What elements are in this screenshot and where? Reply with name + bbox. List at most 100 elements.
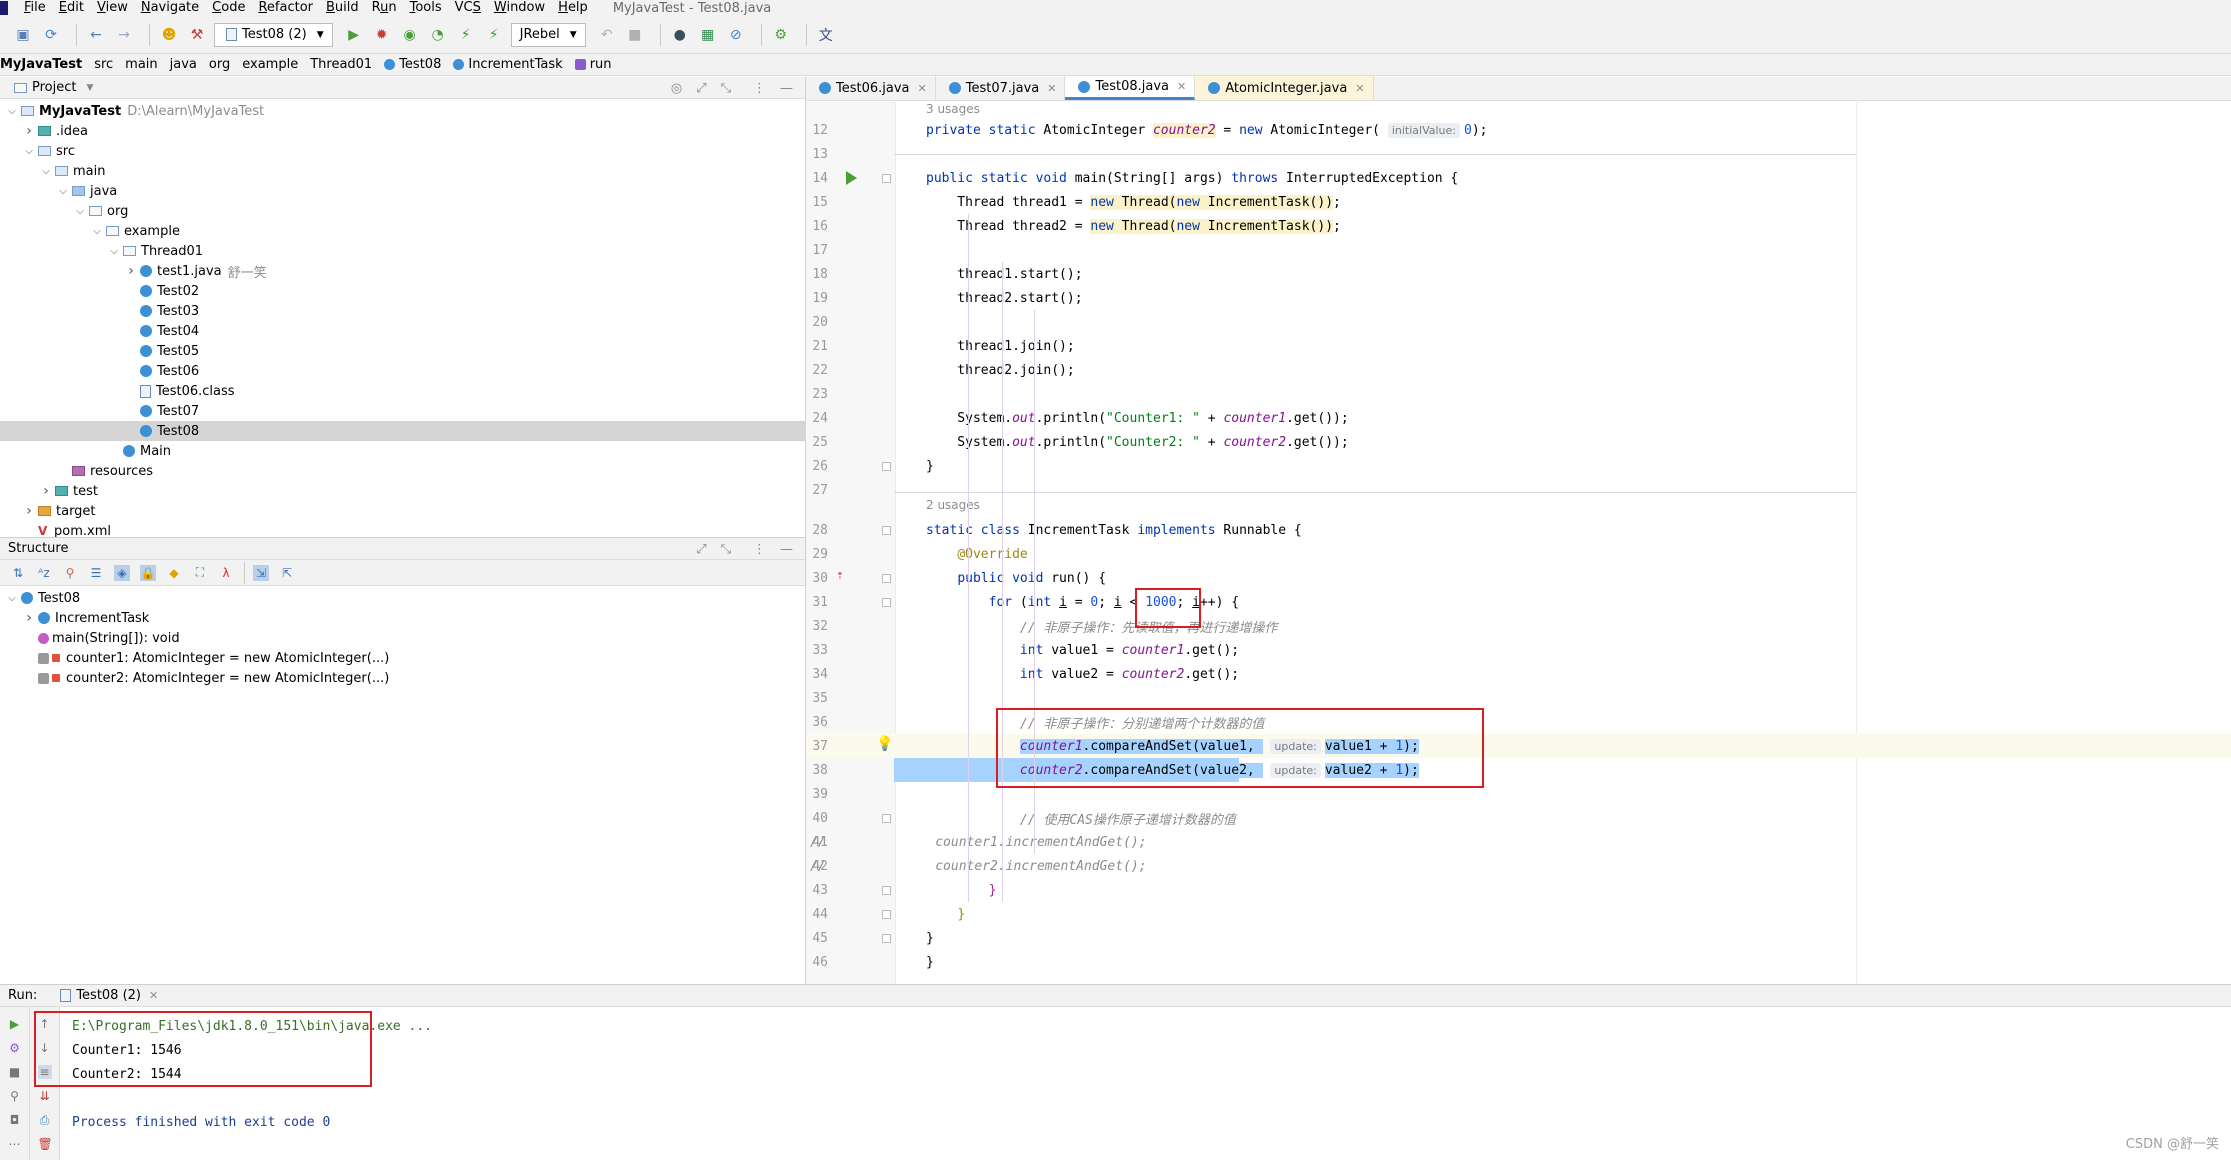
chevron-down-icon[interactable]: ⌵ xyxy=(40,166,52,177)
show-anonymous-icon[interactable]: ◆ xyxy=(166,565,182,581)
breadcrumb-item[interactable]: example xyxy=(242,57,298,72)
tree-item[interactable]: ⌵ Thread01 xyxy=(0,241,806,261)
sync-icon[interactable]: ⟳ xyxy=(40,24,62,46)
scroll-to-end-icon[interactable]: ⇊ xyxy=(38,1089,52,1103)
fold-icon[interactable] xyxy=(882,934,891,943)
breadcrumb-item[interactable]: Test08 xyxy=(384,57,441,72)
camera-icon[interactable]: ◘ xyxy=(8,1113,22,1127)
no-entry-icon[interactable]: ⊘ xyxy=(725,24,747,46)
tree-item[interactable]: › test1.java 舒一笑 xyxy=(0,261,806,281)
record-icon[interactable]: ● xyxy=(669,24,691,46)
breadcrumb-item[interactable]: Thread01 xyxy=(310,57,372,72)
code-line[interactable]: 29 @Override xyxy=(806,542,2231,566)
code-line[interactable]: 21 thread1.join(); xyxy=(806,334,2231,358)
override-gutter-icon[interactable]: ⇡ xyxy=(836,568,844,583)
menu-help[interactable]: Help xyxy=(558,0,588,16)
tree-item[interactable]: ⌵ Test08 xyxy=(0,588,806,608)
code-line[interactable]: 33 int value1 = counter1.get(); xyxy=(806,638,2231,662)
locate-icon[interactable]: ◎ xyxy=(671,81,682,96)
tree-item[interactable]: ⌵ java xyxy=(0,181,806,201)
code-line[interactable]: 15 Thread thread1 = new Thread(new Incre… xyxy=(806,190,2231,214)
editor-tab[interactable]: Test07.java ✕ xyxy=(936,76,1066,100)
autoscroll-to-source-icon[interactable]: ⇲ xyxy=(253,564,269,581)
fold-icon[interactable] xyxy=(882,886,891,895)
code-line[interactable]: 19 thread2.start(); xyxy=(806,286,2231,310)
fold-icon[interactable] xyxy=(882,910,891,919)
show-non-public-icon[interactable]: 🔒 xyxy=(140,564,156,581)
lambda-icon[interactable]: λ xyxy=(218,565,234,581)
fold-icon[interactable] xyxy=(882,526,891,535)
tree-item[interactable]: Test06.class xyxy=(0,381,806,401)
back-icon[interactable]: ← xyxy=(85,24,107,46)
editor-tab[interactable]: Test06.java ✕ xyxy=(806,76,936,100)
save-all-icon[interactable]: ▣ xyxy=(12,24,34,46)
breadcrumb-item[interactable]: java xyxy=(170,57,197,72)
code-line[interactable]: 17 xyxy=(806,238,2231,262)
breadcrumb-item[interactable]: run xyxy=(574,57,612,72)
chevron-down-icon[interactable]: ▼ xyxy=(86,83,93,93)
show-properties-icon[interactable]: ◈ xyxy=(114,564,130,581)
menu-navigate[interactable]: Navigate xyxy=(141,0,199,16)
menu-edit[interactable]: Edit xyxy=(59,0,84,16)
hide-panel-icon[interactable]: — xyxy=(780,542,793,557)
tree-item[interactable]: ⌵ org xyxy=(0,201,806,221)
chevron-right-icon[interactable]: › xyxy=(125,263,137,279)
collapse-all-icon[interactable]: ⤡ xyxy=(721,542,731,557)
expand-all-icon[interactable]: ⤢ xyxy=(696,81,706,96)
options-icon[interactable]: ⋮ xyxy=(753,542,766,557)
tree-item[interactable]: ⌵ MyJavaTest D:\Alearn\MyJavaTest xyxy=(0,101,806,121)
code-line[interactable]: 18 thread1.start(); xyxy=(806,262,2231,286)
breadcrumb-item[interactable]: org xyxy=(209,57,230,72)
tree-item[interactable]: ⌵ main xyxy=(0,161,806,181)
code-line[interactable]: 20 xyxy=(806,310,2231,334)
code-area[interactable]: 3 usages 2 usages 12 private static AtomicI… xyxy=(806,102,2231,984)
expand-all-icon[interactable]: ⤢ xyxy=(696,542,706,557)
code-line[interactable]: 44 } xyxy=(806,902,2231,926)
code-line[interactable]: 41// counter1.incrementAndGet(); xyxy=(806,830,2231,854)
chevron-right-icon[interactable]: › xyxy=(23,610,35,626)
fold-icon[interactable] xyxy=(882,462,891,471)
menu-build[interactable]: Build xyxy=(326,0,359,16)
code-line[interactable]: 24 System.out.println("Counter1: " + cou… xyxy=(806,406,2231,430)
show-lambdas-icon[interactable]: ⛶ xyxy=(192,565,208,581)
menu-code[interactable]: Code xyxy=(212,0,245,16)
menu-tools[interactable]: Tools xyxy=(410,0,442,16)
plugin-icon[interactable]: ⚙ xyxy=(770,24,792,46)
fold-icon[interactable] xyxy=(882,574,891,583)
menu-window[interactable]: Window xyxy=(494,0,545,16)
tree-item[interactable]: counter1: AtomicInteger = new AtomicInte… xyxy=(0,648,806,668)
show-fields-icon[interactable]: ☰ xyxy=(88,565,104,581)
tree-item[interactable]: Main xyxy=(0,441,806,461)
chevron-down-icon[interactable]: ⌵ xyxy=(6,106,18,117)
trash-icon[interactable]: 🗑 xyxy=(38,1137,53,1151)
chevron-right-icon[interactable]: › xyxy=(23,503,35,519)
tree-item[interactable]: Test02 xyxy=(0,281,806,301)
code-line[interactable]: 28 static class IncrementTask implements … xyxy=(806,518,2231,542)
jrebel-run-icon[interactable]: ⚡ xyxy=(455,24,477,46)
jrebel-debug-icon[interactable]: ⚡ xyxy=(483,24,505,46)
code-line[interactable]: 14 public static void main(String[] args)… xyxy=(806,166,2231,190)
close-icon[interactable]: ✕ xyxy=(918,82,927,95)
chevron-down-icon[interactable]: ⌵ xyxy=(74,206,86,217)
code-line[interactable]: 45} xyxy=(806,926,2231,950)
menu-vcs[interactable]: VCS xyxy=(455,0,481,16)
menu-view[interactable]: View xyxy=(97,0,128,16)
menu-refactor[interactable]: Refactor xyxy=(258,0,313,16)
collapse-all-icon[interactable]: ⤡ xyxy=(721,81,731,96)
profile-icon[interactable]: ◔ xyxy=(427,24,449,46)
code-line[interactable]: 42// counter2.incrementAndGet(); xyxy=(806,854,2231,878)
tree-item[interactable]: resources xyxy=(0,461,806,481)
code-line[interactable]: 26} xyxy=(806,454,2231,478)
close-icon[interactable]: ✕ xyxy=(1047,82,1056,95)
close-icon[interactable]: ✕ xyxy=(1355,82,1364,95)
code-line[interactable]: 40 // 使用CAS操作原子递增计数器的值 xyxy=(806,806,2231,830)
sort-by-type-icon[interactable]: ⇅ xyxy=(10,565,26,581)
run-config-select[interactable]: Test08 (2) ▼ xyxy=(214,22,333,47)
tree-item[interactable]: ⌵ src xyxy=(0,141,806,161)
close-icon[interactable]: ✕ xyxy=(149,989,158,1002)
fold-icon[interactable] xyxy=(882,598,891,607)
code-line[interactable]: 12 private static AtomicInteger counter2 … xyxy=(806,118,2231,142)
forward-icon[interactable]: → xyxy=(113,24,135,46)
stop-icon[interactable]: ■ xyxy=(624,24,646,46)
editor-tab[interactable]: AtomicInteger.java ✕ xyxy=(1195,76,1374,100)
